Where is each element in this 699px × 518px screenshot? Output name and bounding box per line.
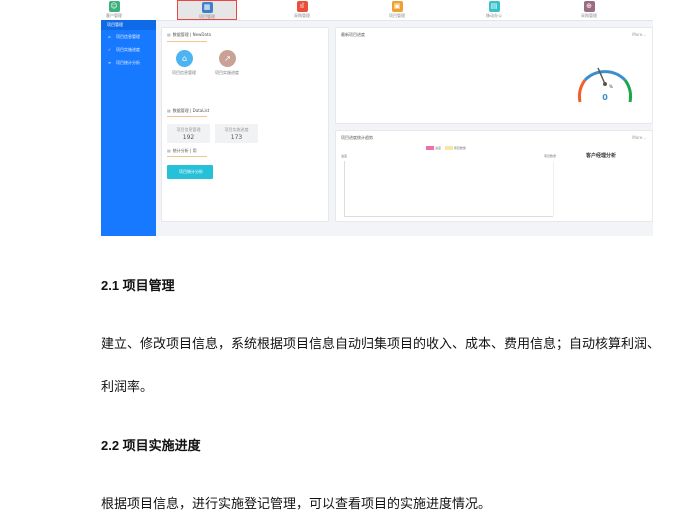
nav-label: 项目管理: [199, 14, 215, 19]
title-underline: [167, 156, 207, 157]
stats-section-title: ▦ 统计分析 | 用: [167, 148, 197, 153]
grid-icon: ▦: [167, 32, 171, 37]
datalist-title: ▦ 数据管理 | DataList: [167, 108, 210, 113]
app-screenshot: ☺ 客户管理 ▦ 项目管理 ıl 采购管理 ▣ 项目管理 ▤ 移动办公 ⊕ 采购管理 项目管理 ⌂ 项目…: [101, 0, 653, 236]
newdata-label-progress[interactable]: 项目实施进度: [207, 70, 247, 76]
stat-value: 173: [230, 134, 243, 141]
top-nav: ☺ 客户管理 ▦ 项目管理 ıl 采购管理 ▣ 项目管理 ▤ 移动办公 ⊕ 采购管理: [101, 0, 653, 21]
check-icon: ✓: [107, 47, 112, 52]
home-icon: ⌂: [108, 34, 111, 39]
chart-legend: 进度 项目数量: [426, 146, 466, 150]
nav-label: 客户管理: [106, 13, 122, 18]
chart-icon: ıl: [296, 1, 308, 12]
calendar-icon: ▦: [201, 2, 213, 13]
paragraph-progress: 根据项目信息，进行实施登记管理，可以查看项目的实施进度情况。: [101, 496, 492, 511]
gauge-value: 0: [602, 93, 608, 102]
nav-label: 项目管理: [389, 13, 405, 18]
gauge-arc-blue: [583, 70, 627, 82]
title-underline: [167, 116, 207, 117]
more-link[interactable]: More...: [632, 32, 646, 37]
gauge-title: 最新项目进度: [341, 32, 365, 37]
book-icon: ▤: [488, 1, 500, 12]
title-underline: [167, 41, 207, 42]
paragraph-project-line1: 建立、修改项目信息，系统根据项目信息自动归集项目的收入、成本、费用信息；自动核算…: [101, 336, 661, 351]
gauge-unit: %: [609, 84, 613, 89]
right-chart-area: [553, 161, 650, 216]
trend-icon[interactable]: ↗: [219, 50, 236, 67]
house-icon[interactable]: ⌂: [176, 50, 193, 67]
right-axis-label: 项目数量: [544, 154, 557, 158]
more-link[interactable]: More...: [632, 135, 646, 140]
sidebar-item-label: 项目统计分析: [116, 60, 140, 65]
sidebar: 项目管理 ⌂ 项目信息管理 ✓ 项目实施进度 ≡ 项目统计分析: [101, 20, 156, 236]
chart-title: 客户经理分析: [586, 153, 617, 159]
nav-item[interactable]: ☺ 客户管理: [101, 0, 144, 20]
nav-label: 采购管理: [294, 13, 310, 18]
sidebar-item-label: 项目实施进度: [116, 47, 140, 52]
user-circle-icon: ☺: [108, 1, 120, 12]
grid-icon: ▦: [167, 148, 171, 153]
cart-icon: ⊕: [583, 1, 595, 12]
stat-progress[interactable]: 项目实施进度 173: [215, 124, 258, 143]
data-panel: ▦ 数据管理 | NewData ⌂ 项目信息管理 ↗ 项目实施进度 ▦ 数据管理 …: [161, 27, 329, 222]
legend-swatch: [444, 146, 453, 150]
sidebar-title: 项目管理: [101, 20, 156, 30]
nav-item[interactable]: ▦ 项目管理: [177, 0, 237, 20]
nav-item[interactable]: ▣ 项目管理: [367, 0, 427, 20]
sidebar-item-progress[interactable]: ✓ 项目实施进度: [101, 43, 156, 56]
grid-icon: ▦: [167, 108, 171, 113]
nav-item[interactable]: ▤ 移动办公: [464, 0, 524, 20]
list-icon: ≡: [107, 60, 112, 65]
gauge-panel: 最新项目进度 More... % 0: [335, 27, 653, 124]
sidebar-item-label: 项目信息管理: [116, 34, 140, 39]
folder-icon: ▣: [391, 1, 403, 12]
stat-info[interactable]: 项目信息管理 192: [167, 124, 210, 143]
stat-value: 192: [182, 134, 195, 141]
trend-panel: 项目进度统计趋势 More... 进度 项目数量 进度 项目数量 客户经理分析: [335, 130, 653, 222]
legend-swatch: [426, 146, 434, 150]
nav-item[interactable]: ıl 采购管理: [272, 0, 332, 20]
sidebar-item-info[interactable]: ⌂ 项目信息管理: [101, 30, 156, 43]
nav-label: 移动办公: [486, 13, 502, 18]
stats-button[interactable]: 项目统计分析: [167, 165, 213, 179]
plot-area: [344, 161, 553, 217]
section-heading-progress: 2.2 项目实施进度: [101, 438, 201, 453]
trend-title: 项目进度统计趋势: [341, 135, 373, 140]
nav-item[interactable]: ⊕ 采购管理: [559, 0, 619, 20]
gauge-arc-green: [623, 79, 632, 103]
gauge-chart: % 0: [578, 67, 632, 103]
nav-label: 采购管理: [581, 13, 597, 18]
newdata-title: ▦ 数据管理 | NewData: [167, 32, 211, 37]
gauge-arc-red: [578, 79, 587, 103]
sidebar-item-stats[interactable]: ≡ 项目统计分析: [101, 56, 156, 69]
left-axis-label: 进度: [341, 154, 348, 158]
gauge-hub: [603, 82, 607, 86]
paragraph-project-line2: 利润率。: [101, 379, 154, 394]
newdata-label-info[interactable]: 项目信息管理: [164, 70, 204, 76]
section-heading-project: 2.1 项目管理: [101, 278, 175, 293]
